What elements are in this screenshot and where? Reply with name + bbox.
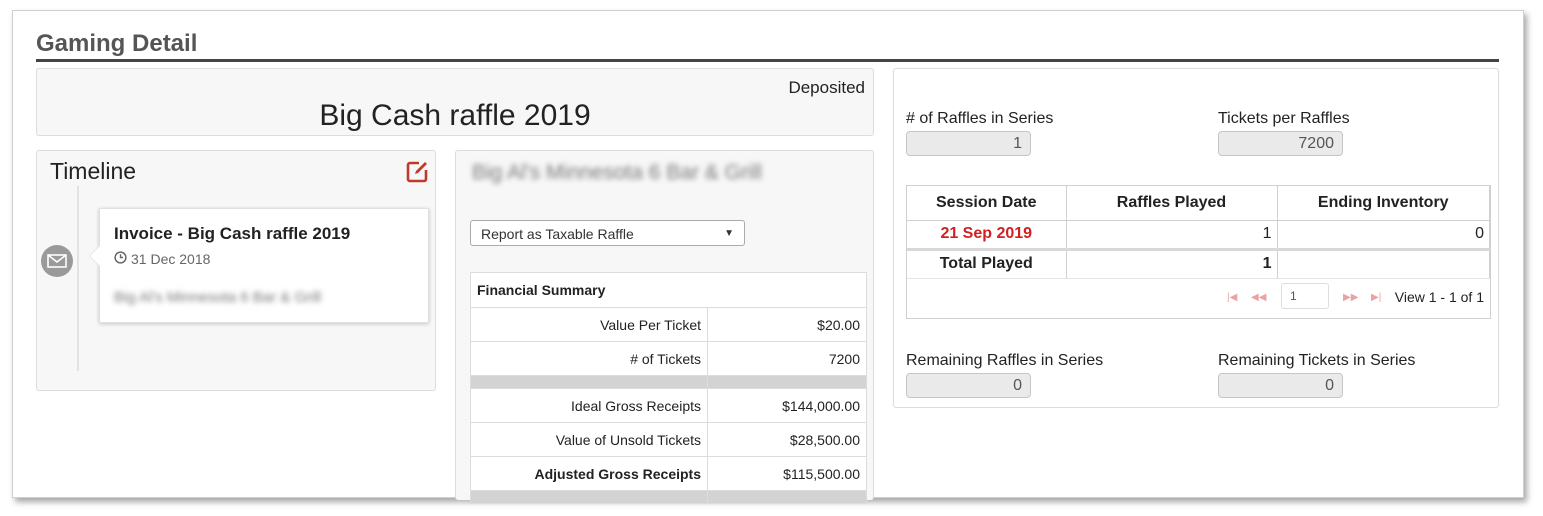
timeline-entry-org: Big Al's Minnesota 6 Bar & Grill xyxy=(114,289,322,306)
summary-panel: Deposited Big Cash raffle 2019 xyxy=(36,68,874,136)
financial-value: $115,500.00 xyxy=(707,456,867,491)
table-separator xyxy=(470,490,867,504)
financial-label: Value Per Ticket xyxy=(470,307,708,342)
financial-label: # of Tickets xyxy=(470,341,708,376)
financial-summary-table: Financial Summary Value Per Ticket $20.0… xyxy=(470,272,867,504)
table-row[interactable]: 21 Sep 2019 1 0 xyxy=(907,220,1490,250)
timeline-entry-date-text: 31 Dec 2018 xyxy=(131,251,211,267)
column-header-raffles-played[interactable]: Raffles Played xyxy=(1066,186,1278,221)
raffles-in-series-label: # of Raffles in Series xyxy=(906,110,1054,127)
timeline-panel: Timeline Invoice - Big Cash raffle 2019 … xyxy=(36,150,436,391)
page-input[interactable]: 1 xyxy=(1281,283,1329,309)
table-separator xyxy=(470,375,867,389)
sessions-grid: Session Date Raffles Played Ending Inven… xyxy=(906,185,1491,319)
report-type-value: Report as Taxable Raffle xyxy=(481,226,634,242)
remaining-raffles-label: Remaining Raffles in Series xyxy=(906,352,1104,369)
session-date[interactable]: 21 Sep 2019 xyxy=(907,220,1067,250)
organization-name: Big Al's Minnesota 6 Bar & Grill xyxy=(472,161,762,184)
total-inventory xyxy=(1277,247,1490,279)
timeline-entry-title: Invoice - Big Cash raffle 2019 xyxy=(114,224,351,243)
financial-label: Adjusted Gross Receipts xyxy=(470,456,708,491)
table-row: # of Tickets 7200 xyxy=(470,341,867,376)
last-page-icon[interactable]: ▶| xyxy=(1371,292,1381,303)
pager: |◀ ◀◀ 1 ▶▶ ▶| View 1 - 1 of 1 xyxy=(907,278,1490,318)
timeline-entry[interactable]: Invoice - Big Cash raffle 2019 31 Dec 20… xyxy=(89,208,429,323)
total-row: Total Played 1 xyxy=(907,247,1490,279)
total-played: 1 xyxy=(1066,247,1278,279)
remaining-tickets-field: 0 xyxy=(1218,373,1343,398)
edit-icon[interactable] xyxy=(405,160,429,184)
financial-value: $28,500.00 xyxy=(707,422,867,457)
table-row: Value Per Ticket $20.00 xyxy=(470,307,867,342)
tickets-per-raffle-field: 7200 xyxy=(1218,131,1343,156)
dropdown-arrow-icon: ▼ xyxy=(724,228,734,239)
remaining-tickets-label: Remaining Tickets in Series xyxy=(1218,352,1416,369)
financial-value: $20.00 xyxy=(707,307,867,342)
column-header-ending-inventory[interactable]: Ending Inventory xyxy=(1277,186,1490,221)
series-panel: # of Raffles in Series 1 Tickets per Raf… xyxy=(893,68,1499,408)
ending-inventory: 0 xyxy=(1277,220,1490,250)
table-row: Ideal Gross Receipts $144,000.00 xyxy=(470,388,867,423)
status-label: Deposited xyxy=(788,78,865,97)
total-label: Total Played xyxy=(907,247,1067,279)
envelope-icon xyxy=(41,245,73,277)
page-title: Gaming Detail xyxy=(36,30,198,57)
timeline-line xyxy=(77,186,79,371)
raffles-in-series-field: 1 xyxy=(906,131,1031,156)
financial-label: Ideal Gross Receipts xyxy=(470,388,708,423)
tickets-per-raffle-label: Tickets per Raffles xyxy=(1218,110,1350,127)
timeline-title: Timeline xyxy=(50,158,137,184)
first-page-icon[interactable]: |◀ xyxy=(1227,292,1237,303)
raffle-name: Big Cash raffle 2019 xyxy=(319,99,591,132)
financial-label: Value of Unsold Tickets xyxy=(470,422,708,457)
report-type-select[interactable]: Report as Taxable Raffle ▼ xyxy=(470,220,745,246)
table-row: Adjusted Gross Receipts $115,500.00 xyxy=(470,456,867,491)
pager-info: View 1 - 1 of 1 xyxy=(1394,289,1484,305)
financial-value: $144,000.00 xyxy=(707,388,867,423)
next-page-icon[interactable]: ▶▶ xyxy=(1343,292,1358,303)
financial-summary-title: Financial Summary xyxy=(470,272,867,308)
timeline-entry-date: 31 Dec 2018 xyxy=(114,251,210,267)
remaining-raffles-field: 0 xyxy=(906,373,1031,398)
prev-page-icon[interactable]: ◀◀ xyxy=(1251,292,1266,303)
financial-value: 7200 xyxy=(707,341,867,376)
table-row: Value of Unsold Tickets $28,500.00 xyxy=(470,422,867,457)
sessions-header-row: Session Date Raffles Played Ending Inven… xyxy=(907,186,1490,221)
clock-icon xyxy=(114,251,127,267)
column-header-session-date[interactable]: Session Date xyxy=(907,186,1067,221)
raffles-played: 1 xyxy=(1066,220,1278,250)
organization-panel: Big Al's Minnesota 6 Bar & Grill Report … xyxy=(455,150,874,504)
sessions-table: Session Date Raffles Played Ending Inven… xyxy=(907,186,1490,279)
title-divider xyxy=(36,59,1499,62)
